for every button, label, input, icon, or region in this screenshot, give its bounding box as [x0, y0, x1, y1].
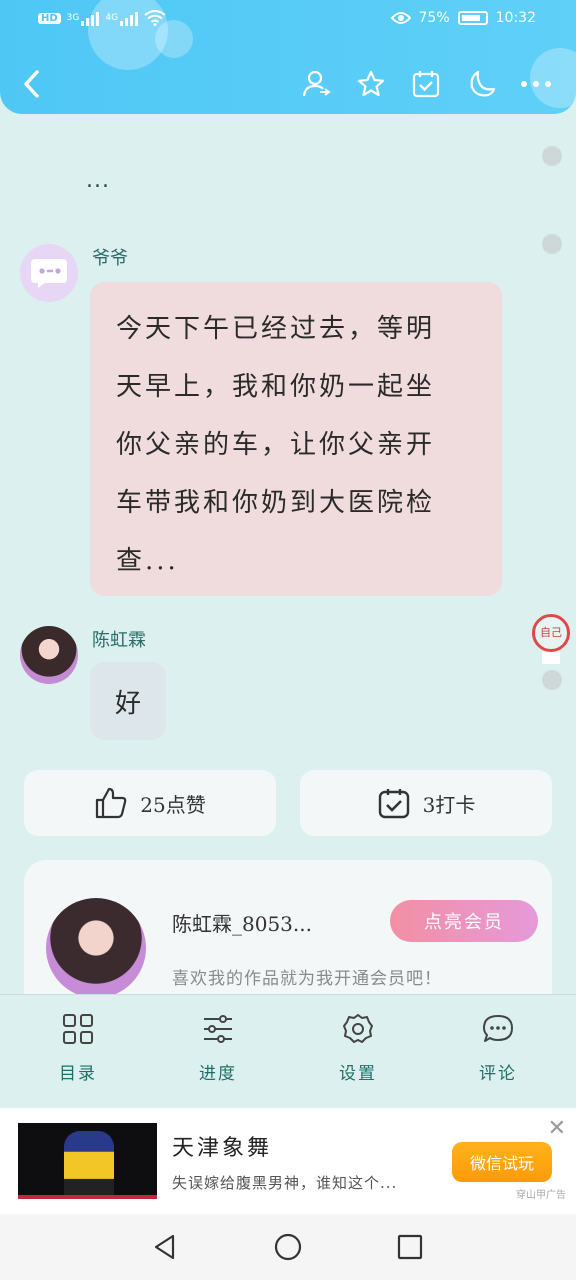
tab-comments[interactable]: 评论 [448, 1013, 548, 1084]
checkin-button[interactable] [406, 64, 446, 104]
battery-percent: 75% [418, 10, 450, 26]
square-recents-icon [397, 1234, 423, 1260]
signal-icon [120, 10, 139, 26]
clock: 10:32 [495, 10, 536, 26]
previous-message-ellipsis: ... [86, 168, 110, 193]
system-home-button[interactable] [273, 1232, 303, 1262]
back-button[interactable] [12, 64, 52, 104]
eye-icon [390, 12, 411, 24]
system-navigation-bar [0, 1214, 576, 1280]
network-label: 3G [66, 13, 80, 23]
user-switch-icon [302, 70, 331, 97]
tab-label: 进度 [199, 1064, 237, 1084]
battery-icon [457, 11, 488, 25]
top-bar: HD 3G 4G 75% 10:32 [0, 0, 576, 114]
status-bar: HD 3G 4G 75% 10:32 [0, 8, 576, 34]
ad-description: 失误嫁给腹黑男神，谁知这个... [172, 1174, 398, 1192]
message-line: 你父亲的车，让你父亲开 [116, 430, 436, 460]
author-description: 喜欢我的作品就为我开通会员吧！ [172, 969, 442, 989]
system-recents-button[interactable] [395, 1232, 425, 1262]
hd-badge: HD [38, 12, 61, 24]
settings-icon [343, 1014, 373, 1043]
message-bubble: 好 [90, 662, 166, 740]
avatar-grandpa[interactable] [20, 244, 78, 302]
ad-thumbnail[interactable] [18, 1123, 157, 1199]
message-line: 今天下午已经过去，等明 [116, 314, 436, 344]
activate-member-button[interactable]: 点亮会员 [390, 900, 538, 942]
thumbs-up-icon [96, 787, 127, 819]
more-icon [521, 81, 551, 87]
speaker-name: 爷爷 [92, 248, 128, 269]
scroll-dot [542, 146, 562, 166]
checkin-card-button[interactable]: 3打卡 [300, 770, 552, 836]
sliders-icon [204, 1015, 232, 1043]
tab-progress[interactable]: 进度 [168, 1013, 268, 1084]
ad-source-label: 穿山甲广告 [516, 1190, 566, 1201]
message-line: 天早上，我和你奶一起坐 [116, 372, 436, 402]
bottom-tab-bar: 目录 进度 设置 评论 [0, 994, 576, 1108]
ad-progress-bar [18, 1195, 157, 1199]
tab-catalog[interactable]: 目录 [28, 1013, 128, 1084]
triangle-back-icon [154, 1234, 175, 1260]
self-stamp-button[interactable]: 自己 [532, 614, 570, 652]
ad-title[interactable]: 天津象舞 [172, 1130, 272, 1162]
scroll-dot [542, 234, 562, 254]
tab-settings[interactable]: 设置 [308, 1013, 408, 1084]
speaker-name: 陈虹霖 [92, 630, 146, 651]
calendar-check-icon [378, 789, 409, 819]
ad-banner[interactable]: 天津象舞 失误嫁给腹黑男神，谁知这个... 微信试玩 ✕ 穿山甲广告 [0, 1108, 576, 1214]
circle-home-icon [274, 1233, 302, 1261]
tab-label: 评论 [479, 1064, 517, 1084]
message-bubble: 今天下午已经过去，等明 天早上，我和你奶一起坐 你父亲的车，让你父亲开 车带我和… [90, 282, 502, 596]
checkin-count: 3打卡 [422, 792, 476, 817]
message-text: 好 [114, 688, 141, 719]
stamp-tail [542, 652, 560, 664]
grid-icon [63, 1014, 93, 1044]
network-label: 4G [105, 13, 119, 23]
system-back-button[interactable] [150, 1232, 180, 1262]
night-mode-button[interactable] [461, 64, 501, 104]
favorite-button[interactable] [351, 64, 391, 104]
ad-thumbnail-figure [64, 1131, 114, 1199]
stamp-label: 自己 [540, 626, 562, 639]
chat-bot-icon [31, 259, 67, 288]
calendar-check-icon [412, 71, 440, 98]
signal-icon [81, 10, 100, 26]
moon-icon [470, 70, 496, 97]
scroll-dot [542, 670, 562, 690]
like-count: 25点赞 [140, 792, 206, 817]
message-line: 查... [116, 546, 179, 576]
ad-try-button[interactable]: 微信试玩 [452, 1142, 552, 1182]
author-name[interactable]: 陈虹霖_8053... [172, 908, 312, 937]
back-icon [24, 70, 39, 98]
tab-label: 目录 [59, 1064, 97, 1084]
user-switch-button[interactable] [296, 64, 336, 104]
author-avatar[interactable] [46, 898, 146, 998]
close-icon[interactable]: ✕ [548, 1116, 566, 1141]
more-button[interactable] [516, 64, 556, 104]
tab-label: 设置 [339, 1064, 377, 1084]
like-button[interactable]: 25点赞 [24, 770, 276, 836]
wifi-icon [144, 10, 166, 26]
toolbar [0, 64, 576, 104]
avatar-chen[interactable] [20, 626, 78, 684]
message-line: 车带我和你奶到大医院检 [116, 488, 436, 518]
comment-icon [483, 1015, 513, 1042]
star-icon [357, 70, 385, 97]
